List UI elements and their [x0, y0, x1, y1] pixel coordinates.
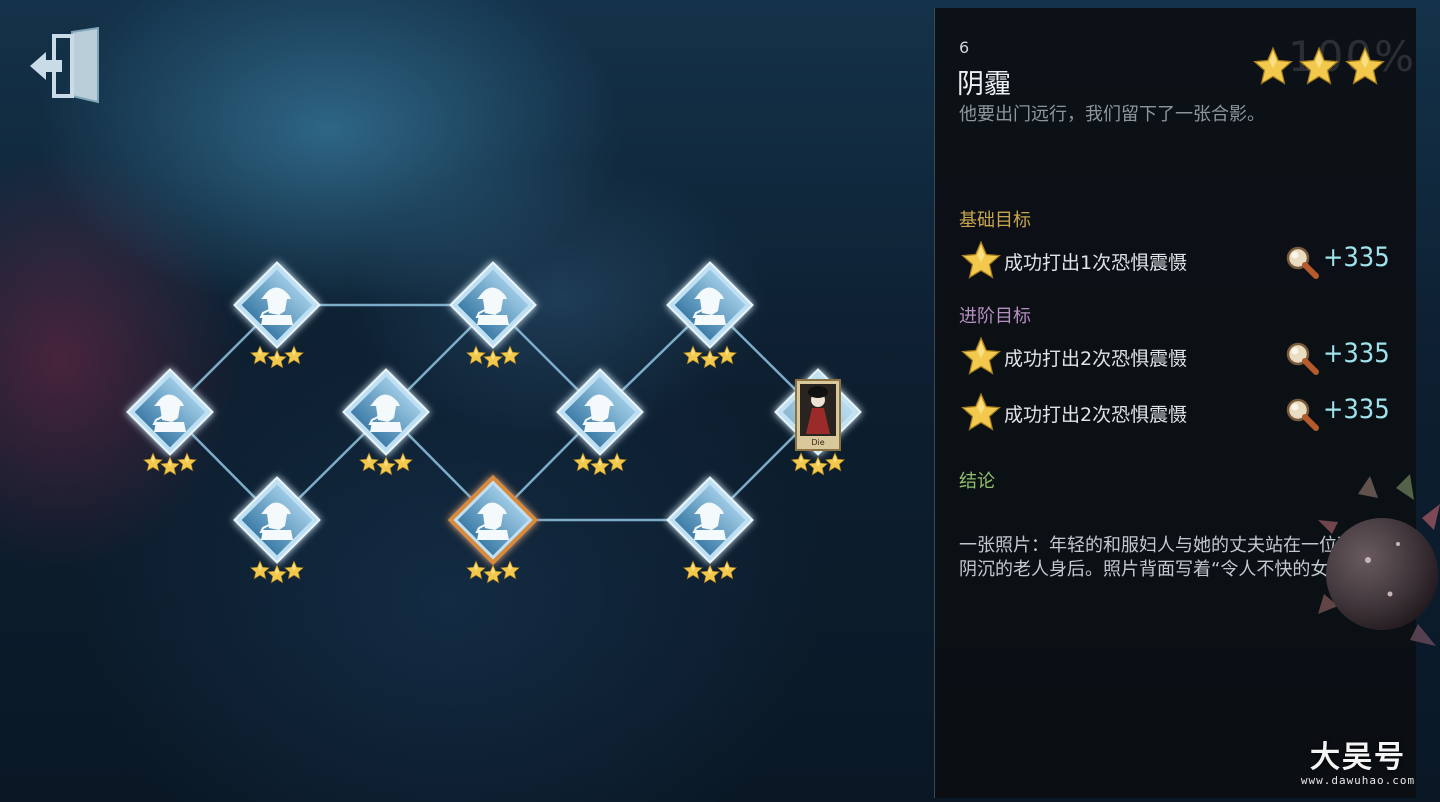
star-icon: [483, 564, 503, 584]
star-icon: [284, 560, 304, 580]
star-icon: [683, 345, 703, 365]
star-icon: [267, 349, 287, 369]
star-icon: [143, 452, 163, 472]
goal-item: 成功打出2次恐惧震慑 +335: [961, 392, 1391, 432]
chapter-map: Die: [126, 261, 862, 584]
chapter-number: 6: [959, 38, 970, 57]
star-icon: [808, 456, 828, 476]
goal-reward: +335: [1323, 242, 1390, 273]
portrait-hair: [808, 386, 828, 398]
chapter-description: 他要出门远行，我们留下了一张合影。: [959, 104, 1265, 125]
star-icon: [483, 349, 503, 369]
chapter-node-n4[interactable]: [342, 368, 430, 476]
watermark-title: 大吴号: [1310, 740, 1406, 775]
chapter-node-n7[interactable]: [556, 368, 644, 476]
star-icon: [1253, 46, 1293, 86]
magnifier-icon: [1284, 340, 1320, 376]
star-icon: [961, 240, 1001, 280]
star-icon: [359, 452, 379, 472]
chapter-title: 阴霾: [957, 69, 1011, 100]
star-icon: [160, 456, 180, 476]
chapter-node-n5[interactable]: [449, 261, 537, 369]
decorative-orb-icon: [1318, 474, 1440, 646]
chapter-node-n2[interactable]: [233, 261, 321, 369]
star-icon: [791, 452, 811, 472]
star-icon: [267, 564, 287, 584]
star-icon: [961, 336, 1001, 376]
conclusion-label: 结论: [959, 471, 995, 492]
star-icon: [466, 345, 486, 365]
star-icon: [1299, 46, 1339, 86]
star-icon: [607, 452, 627, 472]
star-icon: [590, 456, 610, 476]
star-icon: [466, 560, 486, 580]
chapter-node-n10[interactable]: [666, 476, 754, 584]
goal-item: 成功打出2次恐惧震慑 +335: [961, 336, 1391, 376]
chapter-detail-panel: 100% 6 阴霾 他要出门远行，我们留下了一张合影。 基础目标 成功打出1次恐…: [934, 8, 1416, 798]
star-icon: [393, 452, 413, 472]
star-icon: [177, 452, 197, 472]
chapter-node-n3[interactable]: [233, 476, 321, 584]
goal-reward: +335: [1323, 338, 1390, 369]
star-icon: [250, 560, 270, 580]
watermark: 大吴号 www.dawuhao.com: [1296, 732, 1420, 787]
star-icon: [700, 564, 720, 584]
magnifier-icon: [1284, 396, 1320, 432]
map-nodes: Die: [126, 261, 862, 584]
basic-goals-label: 基础目标: [959, 210, 1031, 231]
star-icon: [683, 560, 703, 580]
star-icon: [284, 345, 304, 365]
star-icon: [825, 452, 845, 472]
star-icon: [961, 392, 1001, 432]
star-icon: [250, 345, 270, 365]
star-icon: [500, 560, 520, 580]
star-icon: [717, 560, 737, 580]
star-icon: [500, 345, 520, 365]
star-icon: [717, 345, 737, 365]
goal-reward: +335: [1323, 394, 1390, 425]
chapter-node-n8[interactable]: [666, 261, 754, 369]
chapter-node-n1[interactable]: [126, 368, 214, 476]
watermark-url: www.dawuhao.com: [1300, 774, 1416, 787]
magnifier-icon: [1284, 244, 1320, 280]
star-icon: [376, 456, 396, 476]
star-icon: [573, 452, 593, 472]
goal-text: 成功打出2次恐惧震慑: [1004, 404, 1188, 426]
goal-item: 成功打出1次恐惧震慑 +335: [961, 240, 1391, 280]
portrait-caption: Die: [811, 438, 824, 447]
goal-text: 成功打出2次恐惧震慑: [1004, 348, 1188, 370]
chapter-star-rating: [1253, 46, 1385, 86]
advanced-goals-label: 进阶目标: [959, 306, 1031, 327]
goal-text: 成功打出1次恐惧震慑: [1004, 252, 1188, 274]
conclusion-text: 一张照片：年轻的和服妇人与她的丈夫站在一位面色阴沉的老人身后。照片背面写着“令人…: [959, 535, 1374, 580]
chapter-node-n6[interactable]: [447, 474, 539, 584]
star-icon: [700, 349, 720, 369]
star-icon: [1345, 46, 1385, 86]
